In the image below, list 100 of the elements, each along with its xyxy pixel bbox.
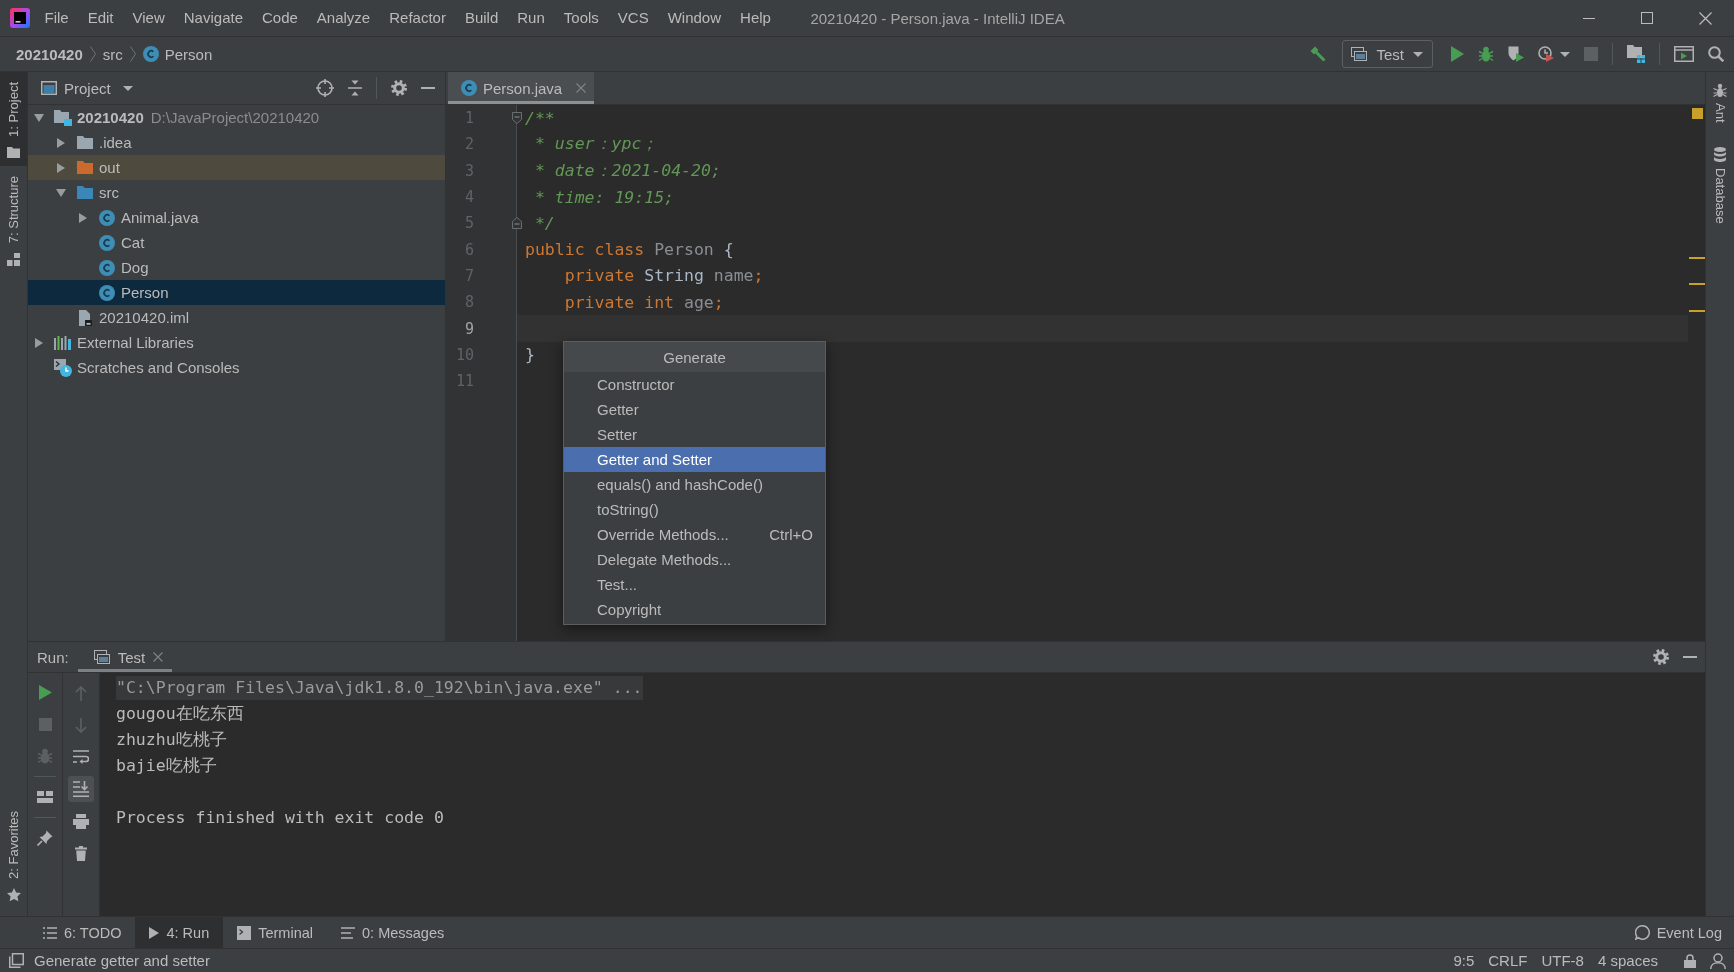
tree-item[interactable]: Dog bbox=[28, 255, 445, 280]
tool-window-button[interactable]: 0: Messages bbox=[327, 917, 459, 948]
close-icon[interactable] bbox=[1698, 11, 1712, 25]
menu-item[interactable]: Override Methods... Ctrl+O bbox=[564, 522, 825, 547]
tree-item[interactable]: Animal.java bbox=[28, 205, 445, 230]
tool-window-button[interactable]: 7: Structure bbox=[0, 165, 27, 275]
search-icon[interactable] bbox=[1708, 46, 1724, 62]
person-icon[interactable] bbox=[1710, 952, 1726, 969]
tree-item[interactable]: .idea bbox=[28, 130, 445, 155]
menu-item[interactable]: equals() and hashCode() bbox=[564, 472, 825, 497]
file-icon bbox=[78, 309, 92, 326]
menu-item[interactable]: Getter and Setter bbox=[564, 447, 825, 472]
breadcrumb-item[interactable]: src bbox=[102, 45, 123, 63]
tool-window-button[interactable]: 6: TODO bbox=[29, 917, 136, 948]
menu-item[interactable]: View bbox=[123, 5, 175, 31]
fold-marker-icon[interactable] bbox=[512, 217, 522, 230]
minimize-icon[interactable] bbox=[1583, 17, 1595, 19]
chevron-icon bbox=[89, 46, 96, 62]
class-icon bbox=[99, 209, 115, 226]
tree-item[interactable]: External Libraries bbox=[28, 330, 445, 355]
printer-icon[interactable] bbox=[73, 813, 89, 829]
tree-item[interactable]: src bbox=[28, 180, 445, 205]
breadcrumb-item[interactable]: 20210420 bbox=[16, 45, 83, 63]
toggle-panels-icon[interactable] bbox=[9, 953, 24, 968]
menu-item[interactable]: Getter bbox=[564, 397, 825, 422]
tool-window-button[interactable]: Terminal bbox=[223, 917, 327, 948]
triangle-right-icon[interactable] bbox=[57, 137, 65, 148]
event-log-button[interactable]: Event Log bbox=[1620, 917, 1734, 948]
tool-window-button[interactable]: 2: Favorites bbox=[0, 803, 27, 916]
breadcrumb-item[interactable]: Person bbox=[142, 45, 213, 63]
play-icon[interactable] bbox=[38, 684, 52, 700]
window-play-icon[interactable] bbox=[1674, 46, 1694, 62]
status-bar-item[interactable]: 4 spaces bbox=[1597, 952, 1658, 969]
tree-item[interactable]: 20210420.iml bbox=[28, 305, 445, 330]
tool-window-button[interactable]: 4: Run bbox=[135, 917, 224, 948]
tool-window-button[interactable]: 1: Project bbox=[0, 72, 27, 166]
triangle-down-icon[interactable] bbox=[34, 113, 44, 122]
caret-icon[interactable] bbox=[1560, 51, 1570, 57]
menu-item[interactable]: Constructor bbox=[564, 372, 825, 397]
menu-item[interactable]: Build bbox=[455, 5, 508, 31]
bug-icon[interactable] bbox=[1478, 46, 1494, 62]
pin-icon[interactable] bbox=[37, 830, 53, 846]
menu-item[interactable]: Window bbox=[658, 5, 731, 31]
menu-item[interactable]: Test... bbox=[564, 572, 825, 597]
menu-item[interactable]: Navigate bbox=[174, 5, 253, 31]
tree-item[interactable]: out bbox=[28, 155, 445, 180]
code-line: * date：2021-04-20; bbox=[533, 159, 721, 182]
menu-item[interactable]: File bbox=[35, 5, 79, 31]
settings-icon[interactable] bbox=[1653, 649, 1669, 665]
run-configuration-dropdown[interactable]: Test bbox=[1342, 40, 1433, 68]
menu-item[interactable]: toString() bbox=[564, 497, 825, 522]
crosshair-icon[interactable] bbox=[316, 79, 334, 97]
menu-item[interactable]: Delegate Methods... bbox=[564, 547, 825, 572]
class-icon bbox=[99, 234, 115, 251]
layout-icon[interactable] bbox=[37, 791, 53, 803]
menu-item[interactable]: Copyright bbox=[564, 597, 825, 622]
shield-play-icon[interactable] bbox=[1508, 46, 1524, 62]
menu-item[interactable]: VCS bbox=[608, 5, 659, 31]
structure-icon bbox=[7, 253, 20, 267]
triangle-down-icon[interactable] bbox=[56, 188, 66, 197]
close-icon[interactable] bbox=[153, 652, 164, 662]
tree-item[interactable]: Scratches and Consoles bbox=[28, 355, 445, 380]
scroll-down-icon[interactable] bbox=[73, 781, 89, 797]
collapse-icon[interactable] bbox=[348, 80, 362, 96]
menu-item[interactable]: Setter bbox=[564, 422, 825, 447]
maximize-icon[interactable] bbox=[1641, 12, 1653, 24]
hammer-icon[interactable] bbox=[1310, 46, 1327, 62]
tree-item[interactable]: Cat bbox=[28, 230, 445, 255]
play-icon[interactable] bbox=[1451, 46, 1464, 62]
project-view-dropdown[interactable]: Project bbox=[64, 79, 133, 97]
clock-play-icon[interactable] bbox=[1538, 46, 1554, 62]
menu-item[interactable]: Edit bbox=[78, 5, 124, 31]
tree-item[interactable]: Person bbox=[28, 280, 445, 305]
editor-tab[interactable]: Person.java bbox=[448, 72, 595, 104]
status-bar-item[interactable]: UTF-8 bbox=[1541, 952, 1584, 969]
line-number: 9 bbox=[463, 319, 474, 338]
triangle-right-icon[interactable] bbox=[35, 337, 43, 348]
menu-item[interactable]: Analyze bbox=[307, 5, 380, 31]
triangle-right-icon[interactable] bbox=[79, 212, 87, 223]
toggle-button[interactable] bbox=[68, 776, 94, 802]
menu-item[interactable]: Code bbox=[252, 5, 308, 31]
status-bar-item[interactable]: CRLF bbox=[1488, 952, 1528, 969]
triangle-right-icon[interactable] bbox=[57, 162, 65, 173]
folder-grid-icon[interactable] bbox=[1627, 45, 1645, 63]
app-logo-icon[interactable] bbox=[10, 8, 30, 28]
trash-icon[interactable] bbox=[75, 845, 87, 861]
menu-item[interactable]: Tools bbox=[554, 5, 609, 31]
lock-icon[interactable] bbox=[1684, 953, 1696, 968]
menu-item[interactable]: Refactor bbox=[379, 5, 456, 31]
run-panel-label: Run: bbox=[37, 648, 69, 666]
settings-icon[interactable] bbox=[391, 80, 407, 96]
menu-item[interactable]: Run bbox=[507, 5, 555, 31]
status-bar-item[interactable]: 9:5 bbox=[1453, 952, 1475, 969]
tree-item[interactable]: 20210420 D:\JavaProject\20210420 bbox=[28, 105, 445, 130]
menu-item[interactable]: Help bbox=[730, 5, 781, 31]
run-tab[interactable]: Test bbox=[77, 642, 173, 672]
wrap-icon[interactable] bbox=[73, 750, 89, 764]
tool-window-button[interactable]: Database bbox=[1706, 130, 1734, 232]
tool-window-button[interactable]: Ant bbox=[1706, 72, 1734, 131]
fold-marker-icon[interactable] bbox=[512, 112, 522, 124]
